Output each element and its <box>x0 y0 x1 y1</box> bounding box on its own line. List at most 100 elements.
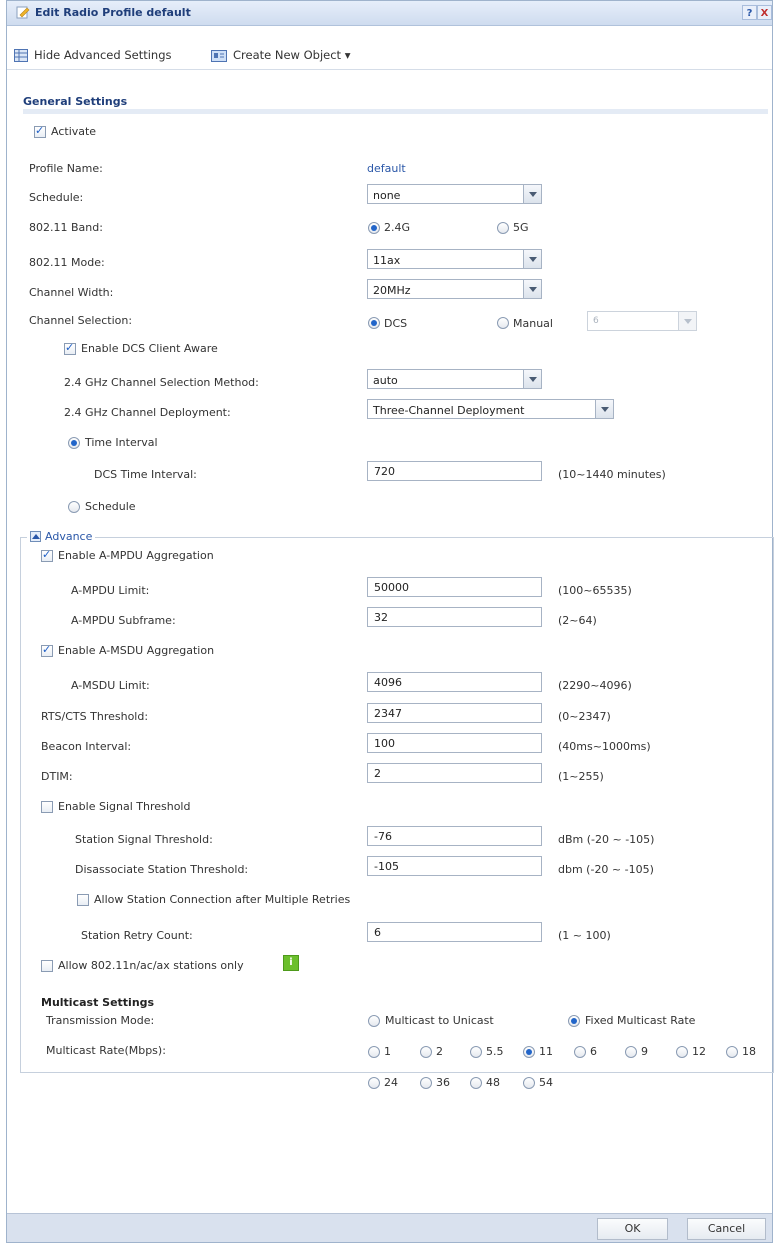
band-5g-radio[interactable] <box>497 222 509 234</box>
window-title: Edit Radio Profile default <box>35 6 191 19</box>
schedule-select[interactable]: none <box>367 184 542 204</box>
beacon-interval-input[interactable]: 100 <box>367 733 542 753</box>
rate-label: 1 <box>384 1045 391 1058</box>
schedule-radio[interactable] <box>68 501 80 513</box>
channel-dcs-radio[interactable] <box>368 317 380 329</box>
rate-radio-5-5[interactable] <box>470 1046 482 1058</box>
table-icon <box>14 48 28 62</box>
channel-method-select[interactable]: auto <box>367 369 542 389</box>
dcs-client-aware-label: Enable DCS Client Aware <box>81 342 218 355</box>
retry-count-range: (1 ~ 100) <box>558 929 611 942</box>
general-settings-title: General Settings <box>23 95 128 108</box>
channel-width-value: 20MHz <box>373 284 411 297</box>
rate-label: 2 <box>436 1045 443 1058</box>
dcs-client-aware-checkbox[interactable] <box>64 341 76 355</box>
rate-radio-24[interactable] <box>368 1077 380 1089</box>
dialog-footer: OK Cancel <box>7 1213 772 1242</box>
dcs-time-interval-input[interactable]: 720 <box>367 461 542 481</box>
rts-threshold-label: RTS/CTS Threshold: <box>41 710 149 723</box>
help-button[interactable]: ? <box>742 5 757 20</box>
activate-label: Activate <box>51 125 97 138</box>
rate-label: 18 <box>742 1045 756 1058</box>
rate-radio-54[interactable] <box>523 1077 535 1089</box>
ampdu-limit-input[interactable]: 50000 <box>367 577 542 597</box>
amsdu-checkbox[interactable] <box>41 643 53 657</box>
ampdu-checkbox[interactable] <box>41 548 53 562</box>
rate-label: 5.5 <box>486 1045 504 1058</box>
ampdu-subframe-input[interactable]: 32 <box>367 607 542 627</box>
dtim-label: DTIM: <box>41 770 73 783</box>
rate-label: 24 <box>384 1076 398 1089</box>
transmission-mode-label: Transmission Mode: <box>46 1014 155 1027</box>
activate-checkbox[interactable] <box>34 124 46 138</box>
hide-advanced-settings-button[interactable]: Hide Advanced Settings <box>14 48 172 62</box>
disassociate-input[interactable]: -105 <box>367 856 542 876</box>
amsdu-label: Enable A-MSDU Aggregation <box>58 644 215 657</box>
retry-count-input[interactable]: 6 <box>367 922 542 942</box>
band-24g-radio[interactable] <box>368 222 380 234</box>
rate-radio-6[interactable] <box>574 1046 586 1058</box>
channel-width-select[interactable]: 20MHz <box>367 279 542 299</box>
retry-count-label: Station Retry Count: <box>81 929 193 942</box>
toolbar: Hide Advanced Settings Create New Object… <box>7 41 772 70</box>
station-signal-range: dBm (-20 ~ -105) <box>558 833 655 846</box>
disassociate-range: dbm (-20 ~ -105) <box>558 863 654 876</box>
multicast-settings-title: Multicast Settings <box>41 996 155 1009</box>
amsdu-limit-input[interactable]: 4096 <box>367 672 542 692</box>
title-bar: Edit Radio Profile default ? X <box>7 1 772 26</box>
signal-threshold-checkbox[interactable] <box>41 801 53 813</box>
chevron-down-icon <box>595 400 613 418</box>
rate-label: 9 <box>641 1045 648 1058</box>
multicast-unicast-radio[interactable] <box>368 1015 380 1027</box>
edit-radio-profile-window: Edit Radio Profile default ? X Hide Adva… <box>6 0 774 1243</box>
rate-radio-9[interactable] <box>625 1046 637 1058</box>
manual-channel-value: 6 <box>593 316 599 326</box>
ampdu-subframe-label: A-MPDU Subframe: <box>71 614 176 627</box>
allow-n-checkbox[interactable] <box>41 960 53 972</box>
band-label: 802.11 Band: <box>29 221 103 234</box>
rate-label: 11 <box>539 1045 553 1058</box>
advance-title: Advance <box>45 530 93 543</box>
fixed-rate-radio[interactable] <box>568 1015 580 1027</box>
time-interval-radio[interactable] <box>68 437 80 449</box>
create-new-object-button[interactable]: Create New Object ▾ <box>211 48 351 62</box>
channel-manual-radio[interactable] <box>497 317 509 329</box>
station-signal-input[interactable]: -76 <box>367 826 542 846</box>
rate-radio-2[interactable] <box>420 1046 432 1058</box>
rate-radio-18[interactable] <box>726 1046 738 1058</box>
channel-method-value: auto <box>373 374 398 387</box>
rate-radio-11[interactable] <box>523 1046 535 1058</box>
general-settings-divider <box>23 109 768 114</box>
ok-button[interactable]: OK <box>597 1218 668 1240</box>
rate-label: 36 <box>436 1076 450 1089</box>
object-icon <box>211 49 227 62</box>
ampdu-limit-label: A-MPDU Limit: <box>71 584 150 597</box>
rate-radio-1[interactable] <box>368 1046 380 1058</box>
dtim-input[interactable]: 2 <box>367 763 542 783</box>
schedule-select-value: none <box>373 189 401 202</box>
rts-threshold-input[interactable]: 2347 <box>367 703 542 723</box>
collapse-up-icon[interactable] <box>30 531 41 542</box>
cancel-button[interactable]: Cancel <box>687 1218 766 1240</box>
rate-label: 6 <box>590 1045 597 1058</box>
ampdu-limit-range: (100~65535) <box>558 584 632 597</box>
info-icon[interactable]: i <box>283 955 299 971</box>
manual-channel-select[interactable]: 6 <box>587 311 697 331</box>
chevron-down-icon <box>523 370 541 388</box>
rate-radio-36[interactable] <box>420 1077 432 1089</box>
dtim-range: (1~255) <box>558 770 604 783</box>
close-button[interactable]: X <box>757 5 772 20</box>
rts-threshold-range: (0~2347) <box>558 710 611 723</box>
beacon-interval-label: Beacon Interval: <box>41 740 132 753</box>
rate-radio-12[interactable] <box>676 1046 688 1058</box>
amsdu-limit-label: A-MSDU Limit: <box>71 679 150 692</box>
advance-header[interactable]: Advance <box>27 530 96 543</box>
band-24g-label: 2.4G <box>384 221 411 234</box>
channel-deployment-select[interactable]: Three-Channel Deployment <box>367 399 614 419</box>
mode-select[interactable]: 11ax <box>367 249 542 269</box>
rate-radio-48[interactable] <box>470 1077 482 1089</box>
multicast-rate-label: Multicast Rate(Mbps): <box>46 1044 166 1057</box>
allow-retry-checkbox[interactable] <box>77 894 89 906</box>
chevron-down-icon <box>523 185 541 203</box>
amsdu-limit-range: (2290~4096) <box>558 679 632 692</box>
